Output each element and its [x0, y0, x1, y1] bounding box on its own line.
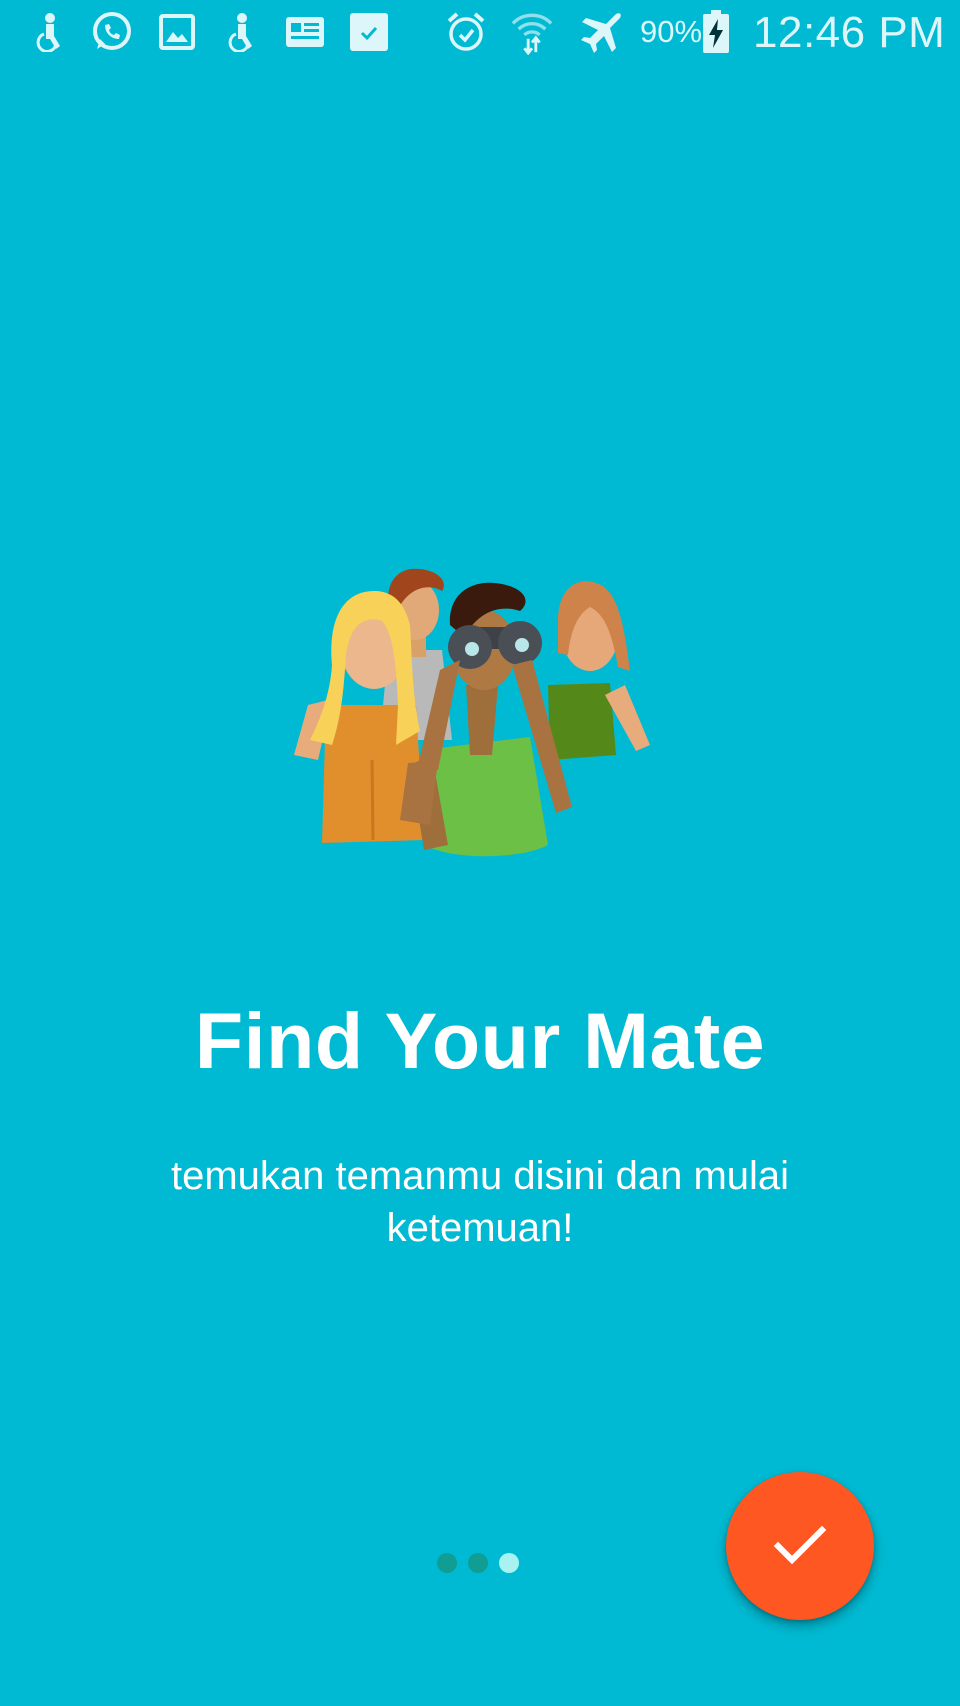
- whatsapp-icon: [90, 10, 134, 54]
- page-indicator: [437, 1553, 519, 1573]
- battery-charging-icon: [700, 10, 732, 54]
- clock: 12:46 PM: [753, 8, 946, 57]
- done-button[interactable]: [726, 1472, 874, 1620]
- battery-percent: 90%: [640, 14, 703, 49]
- status-bar: 90% 12:46 PM: [0, 0, 960, 66]
- accessibility-icon: [26, 10, 70, 54]
- check-icon: [773, 1525, 827, 1565]
- airplane-mode-icon: [580, 10, 624, 54]
- alarm-icon: [444, 10, 488, 54]
- news-icon: [283, 10, 327, 54]
- gallery-icon: [155, 10, 199, 54]
- onboarding-title: Find Your Mate: [194, 996, 766, 1085]
- page-indicator-dot[interactable]: [468, 1553, 488, 1573]
- onboarding-subtitle: temukan temanmu disini dan mulai ketemua…: [170, 1154, 790, 1250]
- group-people-binoculars-illustration: [280, 555, 680, 875]
- checkbox-icon: [347, 10, 391, 54]
- page-indicator-dot[interactable]: [437, 1553, 457, 1573]
- accessibility-icon: [218, 10, 262, 54]
- wifi-icon: [510, 10, 554, 55]
- page-indicator-dot-active[interactable]: [499, 1553, 519, 1573]
